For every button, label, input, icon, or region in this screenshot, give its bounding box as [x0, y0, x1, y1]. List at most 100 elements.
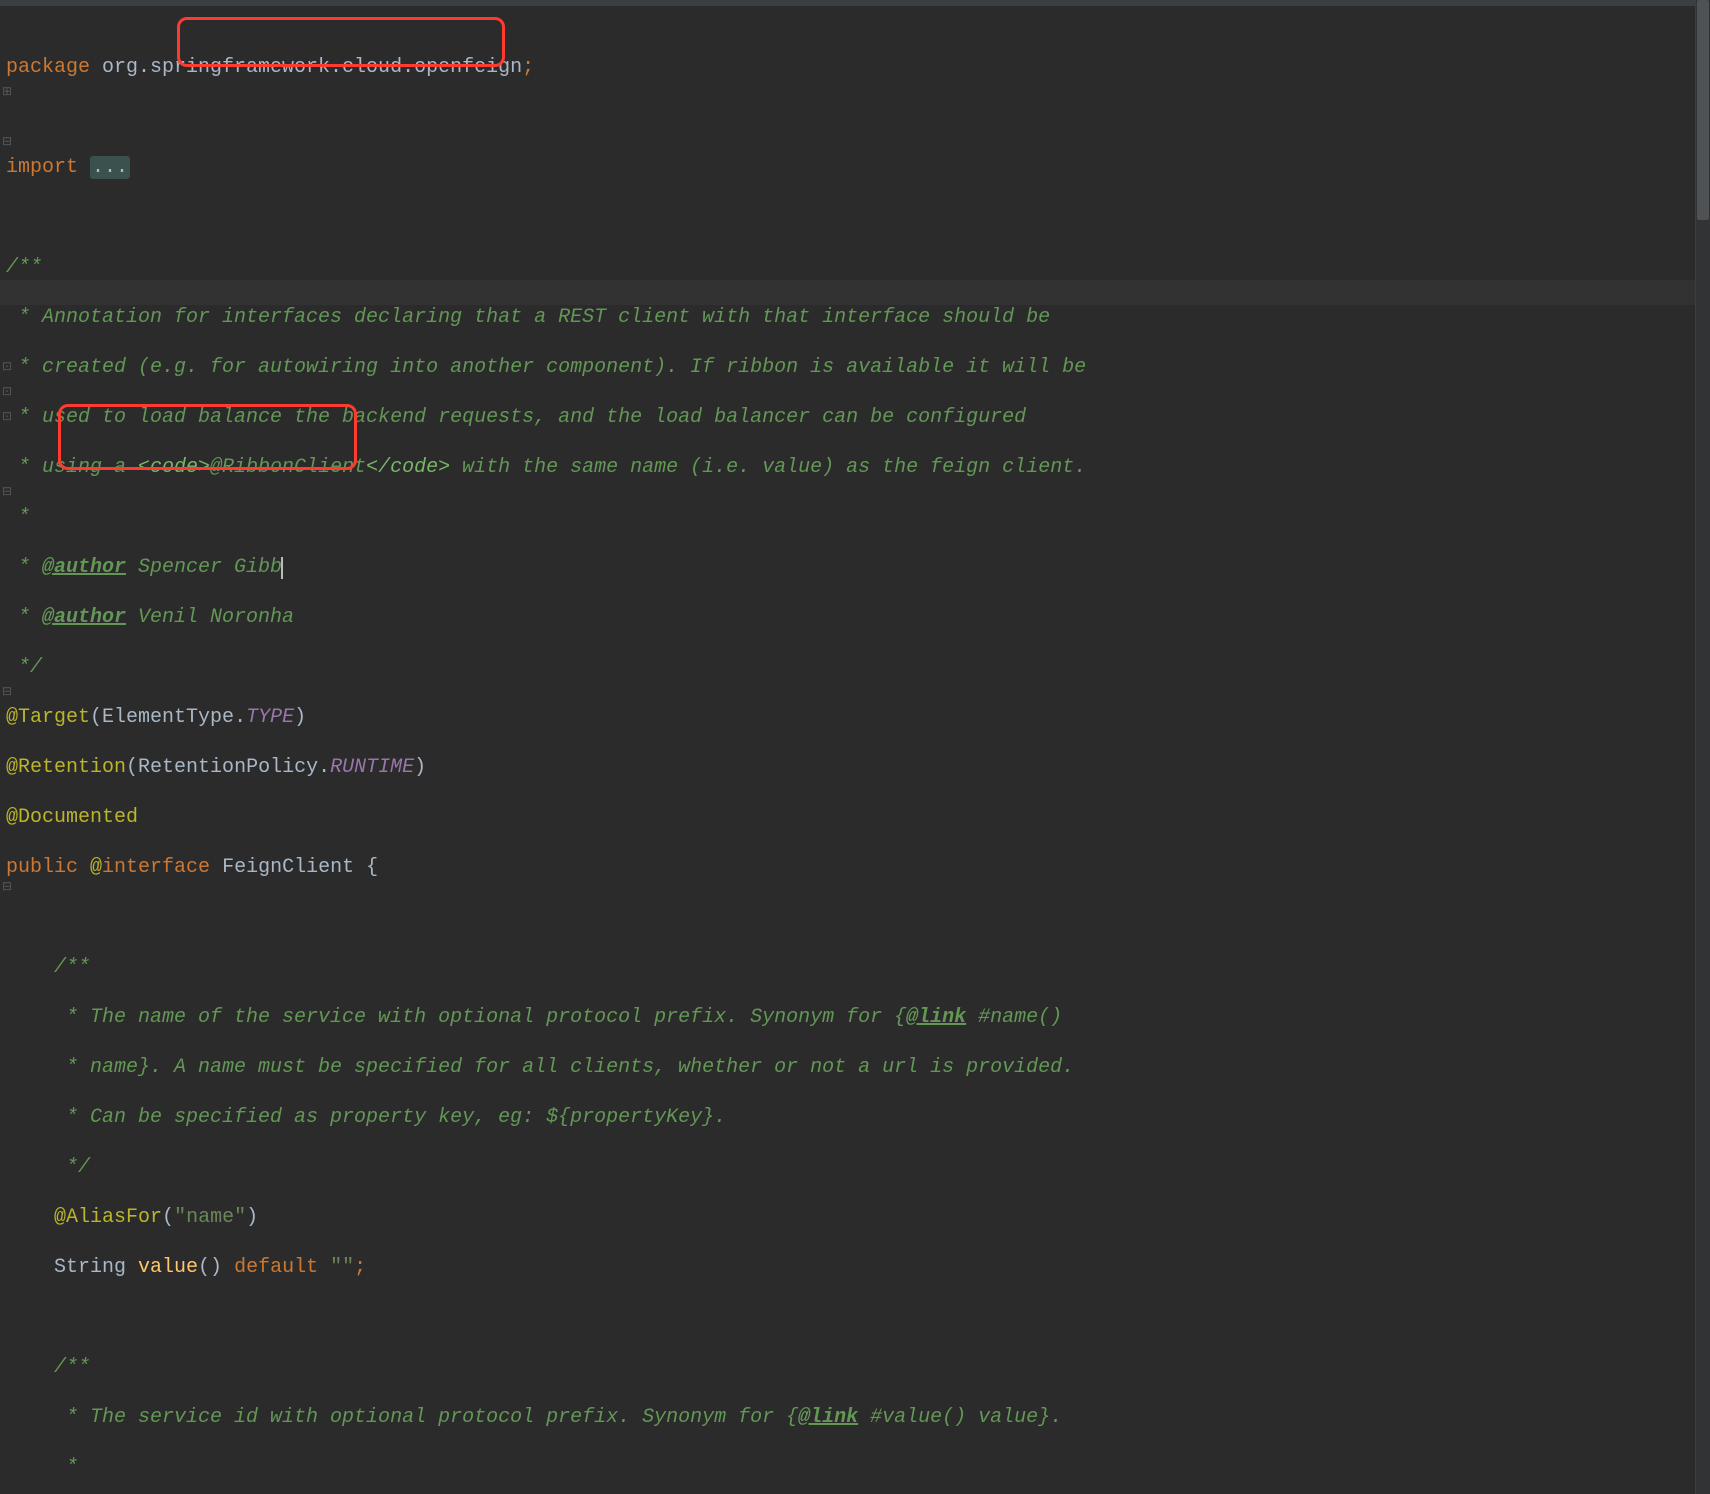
- code-line[interactable]: */: [6, 655, 1086, 680]
- code-line[interactable]: * @author Spencer Gibb: [6, 555, 1086, 580]
- method-name: value: [138, 1256, 198, 1279]
- return-type: String: [54, 1256, 138, 1279]
- scrollbar-track[interactable]: [1696, 0, 1710, 1494]
- indent: [6, 1256, 54, 1279]
- dot: .: [318, 756, 330, 779]
- javadoc-link-tag: @link: [798, 1406, 858, 1429]
- code-line[interactable]: *: [6, 1455, 1086, 1480]
- code-line[interactable]: * Can be specified as property key, eg: …: [6, 1105, 1086, 1130]
- keyword-package: package: [6, 56, 102, 79]
- javadoc-text: with the same name (i.e. value) as the f…: [450, 456, 1086, 479]
- paren-open: (: [162, 1206, 174, 1229]
- code-line[interactable]: [6, 1305, 1086, 1330]
- javadoc-author-tag: @author: [42, 606, 126, 629]
- code-line[interactable]: String value() default "";: [6, 1255, 1086, 1280]
- code-line[interactable]: * The name of the service with optional …: [6, 1005, 1086, 1030]
- code-line[interactable]: [6, 105, 1086, 130]
- javadoc-open: /**: [6, 1356, 90, 1379]
- code-line[interactable]: @AliasFor("name"): [6, 1205, 1086, 1230]
- paren-open: (: [90, 706, 102, 729]
- constant: RUNTIME: [330, 756, 414, 779]
- javadoc-code: @RibbonClient: [210, 456, 366, 479]
- package-name: org.springframework.cloud.openfeign: [102, 56, 522, 79]
- javadoc-text: * created (e.g. for autowiring into anot…: [6, 356, 1086, 379]
- scrollbar-thumb[interactable]: [1697, 0, 1709, 220]
- string-literal: "name": [174, 1206, 246, 1229]
- javadoc-text: * using a: [6, 456, 138, 479]
- code-line[interactable]: * using a <code>@RibbonClient</code> wit…: [6, 455, 1086, 480]
- javadoc-code-close: </code>: [366, 456, 450, 479]
- code-line[interactable]: [6, 905, 1086, 930]
- code-line[interactable]: @Retention(RetentionPolicy.RUNTIME): [6, 755, 1086, 780]
- code-line[interactable]: * used to load balance the backend reque…: [6, 405, 1086, 430]
- brace-open: {: [366, 856, 378, 879]
- tab-strip: [0, 0, 1710, 6]
- javadoc-link-tag: @link: [906, 1006, 966, 1029]
- code-line[interactable]: * name}. A name must be specified for al…: [6, 1055, 1086, 1080]
- paren-close: ): [294, 706, 306, 729]
- keyword-default: default: [234, 1256, 330, 1279]
- code-line[interactable]: /**: [6, 955, 1086, 980]
- javadoc-text: * The name of the service with optional …: [6, 1006, 906, 1029]
- javadoc-close: */: [6, 1156, 90, 1179]
- code-line[interactable]: * created (e.g. for autowiring into anot…: [6, 355, 1086, 380]
- code-line[interactable]: public @interface FeignClient {: [6, 855, 1086, 880]
- code-line[interactable]: * @author Venil Noronha: [6, 605, 1086, 630]
- paren-open: (: [126, 756, 138, 779]
- javadoc-open: /**: [6, 956, 90, 979]
- semicolon: ;: [522, 56, 534, 79]
- keyword-import: import: [6, 156, 90, 179]
- code-line[interactable]: @Documented: [6, 805, 1086, 830]
- code-line[interactable]: /**: [6, 255, 1086, 280]
- code-editor[interactable]: ⊞ ⊟ ⊡ ⊡ ⊡ ⊟ ⊟ ⊟ package org.springframew…: [0, 0, 1710, 1494]
- keyword-public: public: [6, 856, 90, 879]
- javadoc-text: * Can be specified as property key, eg: …: [6, 1106, 726, 1129]
- javadoc-author-name: Venil Noronha: [126, 606, 294, 629]
- javadoc-text: * name}. A name must be specified for al…: [6, 1056, 1074, 1079]
- code-line[interactable]: import ...: [6, 155, 1086, 180]
- interface-name: FeignClient: [222, 856, 366, 879]
- code-line[interactable]: * Annotation for interfaces declaring th…: [6, 305, 1086, 330]
- javadoc-text: *: [6, 556, 42, 579]
- javadoc-text: #value() value}.: [858, 1406, 1062, 1429]
- string-literal: "": [330, 1256, 354, 1279]
- parens: (): [198, 1256, 222, 1279]
- space: [222, 1256, 234, 1279]
- paren-close: ): [246, 1206, 258, 1229]
- text-caret: [281, 557, 283, 579]
- semicolon: ;: [354, 1256, 366, 1279]
- javadoc-text: #name(): [966, 1006, 1062, 1029]
- class-ref: RetentionPolicy: [138, 756, 318, 779]
- keyword-interface: interface: [102, 856, 222, 879]
- dot: .: [234, 706, 246, 729]
- class-ref: ElementType: [102, 706, 234, 729]
- constant: TYPE: [246, 706, 294, 729]
- javadoc-code-open: <code>: [138, 456, 210, 479]
- javadoc-close: */: [6, 656, 42, 679]
- javadoc-text: *: [6, 606, 42, 629]
- code-line[interactable]: */: [6, 1155, 1086, 1180]
- javadoc-open: /**: [6, 256, 42, 279]
- folded-imports[interactable]: ...: [90, 156, 130, 179]
- annotation-target: @Target: [6, 706, 90, 729]
- javadoc-text: * Annotation for interfaces declaring th…: [6, 306, 1050, 329]
- code-line[interactable]: *: [6, 505, 1086, 530]
- indent: [6, 1206, 54, 1229]
- code-line[interactable]: @Target(ElementType.TYPE): [6, 705, 1086, 730]
- javadoc-text: * used to load balance the backend reque…: [6, 406, 1026, 429]
- javadoc-text: *: [6, 1456, 78, 1479]
- paren-close: ): [414, 756, 426, 779]
- annotation-aliasfor: @AliasFor: [54, 1206, 162, 1229]
- code-line[interactable]: /**: [6, 1355, 1086, 1380]
- javadoc-author-tag: @author: [42, 556, 126, 579]
- annotation-documented: @Documented: [6, 806, 138, 829]
- at-sign: @: [90, 856, 102, 879]
- code-line[interactable]: [6, 205, 1086, 230]
- code-line[interactable]: * The service id with optional protocol …: [6, 1405, 1086, 1430]
- annotation-retention: @Retention: [6, 756, 126, 779]
- code-area[interactable]: package org.springframework.cloud.openfe…: [6, 30, 1086, 1494]
- javadoc-author-name: Spencer Gibb: [126, 556, 282, 579]
- code-line[interactable]: package org.springframework.cloud.openfe…: [6, 55, 1086, 80]
- javadoc-text: * The service id with optional protocol …: [6, 1406, 798, 1429]
- javadoc-text: *: [6, 506, 30, 529]
